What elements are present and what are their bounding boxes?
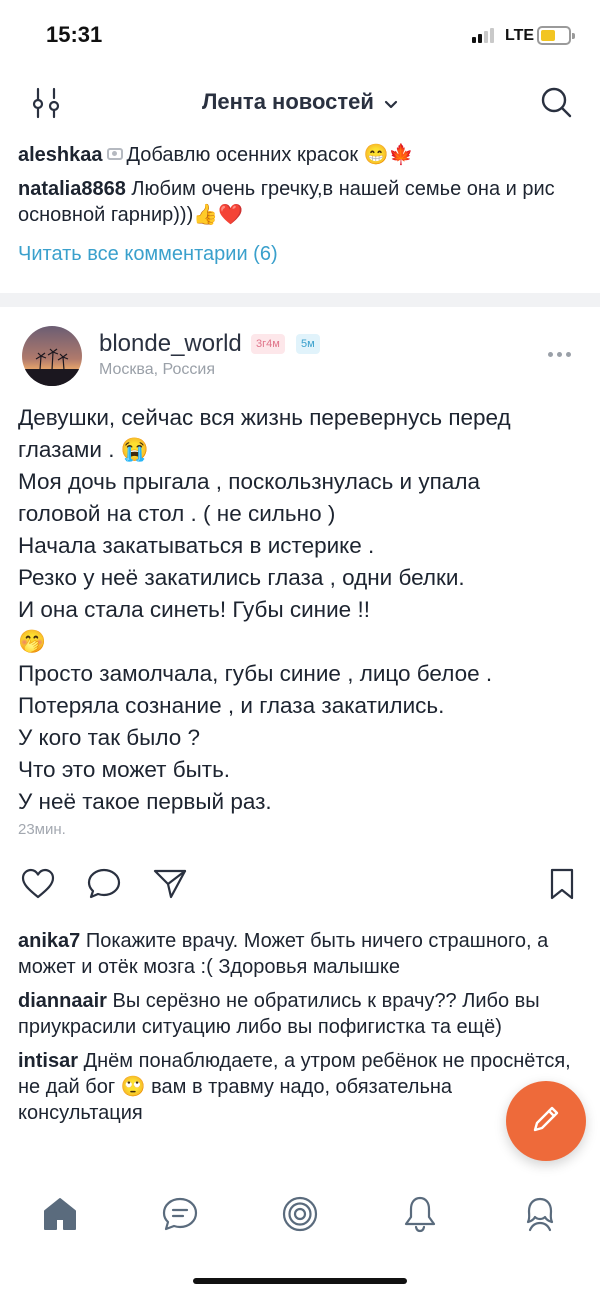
nav-notifications[interactable] — [400, 1194, 440, 1234]
post-line: Что это может быть. — [18, 757, 231, 782]
battery-icon — [537, 26, 575, 45]
age-badge: 3г4м — [251, 334, 285, 354]
post-timestamp: 23мин. — [18, 821, 66, 838]
nav-stories[interactable] — [280, 1194, 320, 1234]
nav-chat[interactable] — [160, 1194, 200, 1234]
more-dots-icon[interactable] — [548, 352, 578, 362]
compose-button[interactable] — [506, 1081, 586, 1161]
network-type: LTE — [505, 27, 535, 44]
comment: intisar Днём понаблюдаете, а утром ребён… — [18, 1048, 578, 1126]
feed-title-dropdown[interactable]: Лента новостей — [0, 89, 600, 116]
status-time: 15:31 — [46, 22, 103, 47]
post-line: глазами . 😭 — [18, 437, 149, 462]
nav-home[interactable] — [40, 1194, 80, 1234]
page-title: Лента новостей — [201, 89, 374, 114]
post-line: Девушки, сейчас вся жизнь перевернусь пе… — [18, 405, 511, 430]
post-divider — [0, 293, 600, 307]
nav-profile[interactable] — [520, 1194, 560, 1234]
comment-text: Днём понаблюдаете, а утром ребёнок не пр… — [18, 1050, 571, 1124]
bookmark-icon[interactable] — [544, 866, 580, 902]
post-line: И она стала синеть! Губы синие !! — [18, 597, 370, 622]
heart-icon[interactable] — [20, 866, 56, 902]
post-line: 🤭 — [18, 629, 47, 654]
signal-icon — [472, 27, 494, 43]
app-header: Лента новостей — [0, 72, 600, 132]
comment-username[interactable]: diannaair — [18, 990, 107, 1012]
camera-icon — [106, 148, 123, 160]
chat-icon — [160, 1197, 200, 1238]
stories-icon — [280, 1196, 320, 1238]
post-line: У кого так было ? — [18, 725, 201, 750]
search-icon[interactable] — [538, 84, 574, 120]
read-all-comments-link[interactable]: Читать все комментарии (6) — [18, 243, 278, 266]
comment-username[interactable]: aleshkaa — [18, 144, 103, 166]
post-location[interactable]: Москва, Россия — [99, 361, 215, 379]
comment-username[interactable]: intisar — [18, 1050, 78, 1072]
post-text: Девушки, сейчас вся жизнь перевернусь пе… — [18, 402, 588, 818]
chevron-down-icon — [384, 90, 398, 116]
post-line: У неё такое первый раз. — [18, 789, 272, 814]
comment-username[interactable]: natalia8868 — [18, 178, 126, 200]
time-badge: 5м — [296, 334, 320, 354]
comment: diannaair Вы серёзно не обратились к вра… — [18, 988, 578, 1040]
send-icon[interactable] — [152, 866, 188, 902]
home-indicator[interactable] — [193, 1278, 407, 1284]
comment: aleshkaa Добавлю осенних красок 😁🍁 — [18, 142, 578, 168]
post-comments: anika7 Покажите врачу. Может быть ничего… — [18, 928, 578, 1134]
status-bar: 15:31 LTE — [0, 0, 600, 72]
profile-icon — [520, 1197, 560, 1238]
post-line: Резко у неё закатились глаза , одни белк… — [18, 565, 465, 590]
post-line: Потеряла сознание , и глаза закатились. — [18, 693, 445, 718]
comment-text: Добавлю осенних красок 😁🍁 — [126, 144, 414, 166]
comment-bubble-icon[interactable] — [86, 866, 122, 902]
comment: natalia8868 Любим очень гречку,в нашей с… — [18, 176, 578, 228]
post-line: головой на стол . ( не сильно ) — [18, 501, 336, 526]
pencil-icon — [529, 1102, 563, 1141]
comment-text: Покажите врачу. Может быть ничего страшн… — [18, 930, 549, 978]
bell-icon — [400, 1196, 440, 1238]
avatar[interactable] — [22, 326, 82, 386]
previous-post-comments: aleshkaa Добавлю осенних красок 😁🍁 natali… — [18, 142, 578, 236]
post-line: Просто замолчала, губы синие , лицо бело… — [18, 661, 493, 686]
post-line: Начала закатываться в истерике . — [18, 533, 375, 558]
post-line: Моя дочь прыгала , поскользнулась и упал… — [18, 469, 480, 494]
post-author[interactable]: blonde_world — [99, 330, 242, 358]
comment: anika7 Покажите врачу. Может быть ничего… — [18, 928, 578, 980]
comment-username[interactable]: anika7 — [18, 930, 80, 952]
home-icon — [40, 1198, 80, 1238]
